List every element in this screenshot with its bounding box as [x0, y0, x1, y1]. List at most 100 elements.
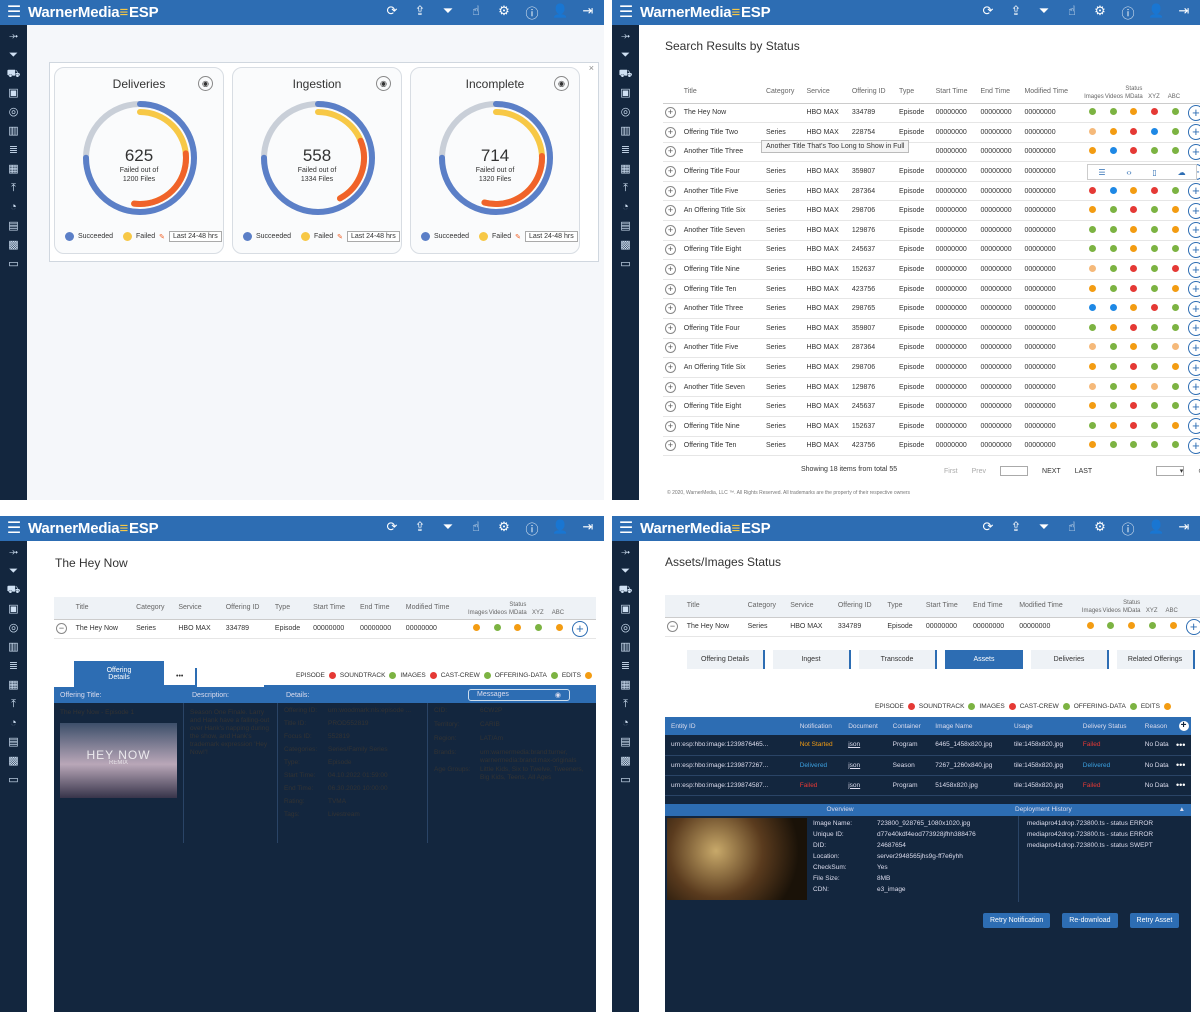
col-header[interactable]: Offering ID: [849, 81, 897, 104]
pencil-icon[interactable]: ✎: [337, 233, 343, 241]
collapse-icon[interactable]: −: [667, 621, 678, 633]
search-folder-icon[interactable]: ◎: [619, 621, 633, 635]
filter-icon[interactable]: ⏷: [619, 564, 633, 578]
col-header[interactable]: Service: [176, 597, 224, 620]
hamburger-menu-icon[interactable]: ☰: [612, 516, 640, 541]
folder-icon[interactable]: ▣: [619, 86, 633, 100]
refresh-icon[interactable]: ⟳: [384, 519, 400, 538]
table-row[interactable]: + Offering Title Nine Series HBO MAX 152637…: [663, 259, 1200, 280]
add-icon[interactable]: +: [571, 620, 588, 637]
user-icon[interactable]: 👤: [552, 3, 568, 22]
report-icon[interactable]: ▩: [619, 754, 633, 768]
document-icon[interactable]: ▤: [7, 735, 21, 749]
col-header[interactable]: Modified Time: [1022, 81, 1082, 104]
add-icon[interactable]: +: [1187, 359, 1200, 376]
truck-icon[interactable]: ⛟: [619, 583, 633, 597]
hamburger-menu-icon[interactable]: ☰: [612, 0, 640, 25]
expand-icon[interactable]: +: [665, 283, 676, 295]
gear-icon[interactable]: ⚙: [1092, 3, 1108, 22]
book-icon[interactable]: ▥: [7, 640, 21, 654]
tab-assets[interactable]: Assets: [945, 650, 1023, 669]
more-icon[interactable]: •••: [1176, 735, 1191, 755]
asset-col-header[interactable]: Entity ID: [665, 717, 794, 735]
range-select[interactable]: Last 24-48 hrs: [524, 231, 578, 242]
logout-icon[interactable]: ⇥: [1176, 519, 1192, 538]
user-icon[interactable]: 👤: [552, 519, 568, 538]
filter-icon[interactable]: ⏷: [1036, 519, 1052, 538]
expand-icon[interactable]: +: [665, 146, 676, 158]
asset-col-header[interactable]: Image Name: [929, 717, 1008, 735]
add-icon[interactable]: +: [1187, 320, 1200, 337]
col-header[interactable]: Start Time: [311, 597, 358, 620]
gear-icon[interactable]: ⚙: [496, 519, 512, 538]
range-select[interactable]: Last 24-48 hrs: [346, 231, 400, 242]
upload-icon[interactable]: ⤒: [7, 181, 21, 195]
list-check-icon[interactable]: ≣: [7, 659, 21, 673]
col-header[interactable]: End Time: [357, 597, 404, 620]
touch-icon[interactable]: ☝: [1064, 519, 1080, 538]
search-folder-icon[interactable]: ◎: [619, 105, 633, 119]
cloud-icon[interactable]: ☁: [1178, 168, 1186, 177]
table-row[interactable]: + Another Title Three Series HBO MAX 298765…: [663, 298, 1200, 320]
asset-col-header[interactable]: Document: [842, 717, 886, 735]
refresh-icon[interactable]: ⟳: [980, 519, 996, 538]
page-size-select[interactable]: ▾: [1156, 466, 1185, 476]
import-icon[interactable]: ⤞: [7, 545, 21, 559]
col-header[interactable]: Modified Time: [1017, 595, 1080, 618]
tab-ingest[interactable]: Ingest: [773, 650, 851, 669]
asset-col-header[interactable]: Container: [887, 717, 930, 735]
document-icon[interactable]: ▤: [619, 219, 633, 233]
asset-row[interactable]: urn:esp:hbo:image:1239877267... Delivered…: [665, 755, 1191, 775]
asset-row[interactable]: urn:esp:hbo:image:1239876465... Not Start…: [665, 735, 1191, 755]
expand-icon[interactable]: +: [665, 244, 676, 256]
col-header[interactable]: Category: [763, 81, 805, 104]
collapse-icon[interactable]: ▲: [1179, 806, 1191, 813]
user-icon[interactable]: 👤: [1148, 3, 1164, 22]
user-upload-icon[interactable]: ⇪: [1008, 3, 1024, 22]
book-icon[interactable]: ▥: [619, 124, 633, 138]
refresh-icon[interactable]: ⟳: [384, 3, 400, 22]
expand-icon[interactable]: +: [665, 224, 676, 236]
add-icon[interactable]: +: [1187, 222, 1200, 239]
more-tabs-icon[interactable]: •••: [164, 668, 198, 687]
table-row[interactable]: + Another Title Five Series HBO MAX 287364 E…: [663, 181, 1200, 202]
asset-cell[interactable]: json: [842, 735, 886, 755]
logout-icon[interactable]: ⇥: [580, 519, 596, 538]
hamburger-menu-icon[interactable]: ☰: [0, 0, 28, 25]
expand-icon[interactable]: +: [665, 303, 676, 315]
expand-icon[interactable]: +: [665, 107, 676, 119]
col-header[interactable]: Title: [684, 595, 746, 618]
add-icon[interactable]: +: [1177, 720, 1190, 732]
table-row[interactable]: + The Hey Now HBO MAX 334789 Episode 0000000…: [663, 103, 1200, 124]
range-select[interactable]: Last 24-48 hrs: [168, 231, 222, 242]
add-icon[interactable]: +: [1187, 143, 1200, 160]
expand-icon[interactable]: +: [665, 401, 676, 413]
filter-icon[interactable]: ⏷: [7, 564, 21, 578]
add-icon[interactable]: +: [1187, 124, 1200, 141]
folder-icon[interactable]: ▣: [7, 86, 21, 100]
user-upload-icon[interactable]: ⇪: [1008, 519, 1024, 538]
eye-icon[interactable]: ◉: [554, 76, 569, 91]
add-icon[interactable]: +: [1187, 379, 1200, 396]
search-folder-icon[interactable]: ◎: [7, 105, 21, 119]
folder-icon[interactable]: ▣: [619, 602, 633, 616]
user-upload-icon[interactable]: ⇪: [412, 519, 428, 538]
gear-icon[interactable]: ⚙: [496, 3, 512, 22]
col-header[interactable]: Start Time: [933, 81, 979, 104]
info-icon[interactable]: ⓘ: [1120, 519, 1136, 538]
table-row[interactable]: + Another Title Three 00000000 00000000 000…: [663, 142, 1200, 163]
first-link[interactable]: First: [944, 468, 958, 475]
list-icon[interactable]: ☰: [1098, 168, 1105, 177]
more-icon[interactable]: •••: [1176, 775, 1191, 795]
table-row[interactable]: + Another Title Seven Series HBO MAX 129876…: [663, 377, 1200, 398]
id-card-icon[interactable]: ▭: [7, 773, 21, 787]
expand-icon[interactable]: +: [665, 205, 676, 217]
messages-button[interactable]: Messages ◉: [468, 689, 570, 701]
prev-link[interactable]: Prev: [972, 468, 986, 475]
filter-icon[interactable]: ⏷: [7, 48, 21, 62]
eye-icon[interactable]: ◉: [376, 76, 391, 91]
tab-transcode[interactable]: Transcode: [859, 650, 937, 669]
add-icon[interactable]: +: [1187, 104, 1200, 121]
upload-icon[interactable]: ⤒: [619, 181, 633, 195]
touch-icon[interactable]: ☝: [468, 519, 484, 538]
